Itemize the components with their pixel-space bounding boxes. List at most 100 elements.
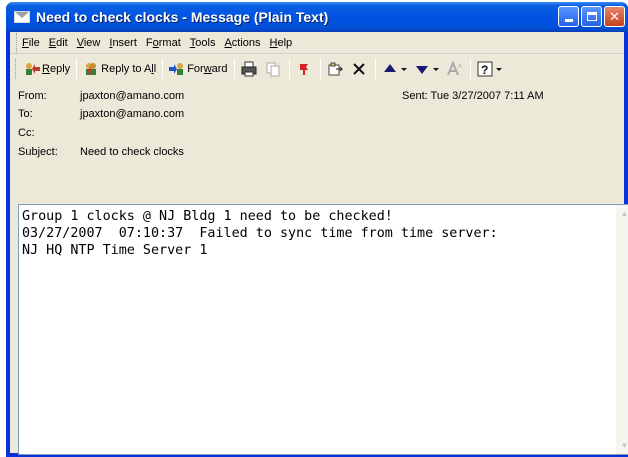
scroll-down-icon: ▼ [620, 441, 628, 450]
menu-help[interactable]: Help [270, 37, 293, 49]
to-row: To: jpaxton@amano.com [18, 108, 184, 122]
sent-row: Sent: Tue 3/27/2007 7:11 AM [402, 90, 544, 102]
previous-item-button[interactable] [379, 58, 411, 80]
menu-actions[interactable]: Actions [224, 37, 260, 49]
menu-view-label: iew [83, 36, 101, 49]
forward-label: ard [211, 62, 228, 75]
print-button[interactable] [238, 58, 262, 80]
menu-file[interactable]: File [22, 37, 40, 49]
title-bar[interactable]: Need to check clocks - Message (Plain Te… [6, 2, 628, 32]
window-title: Need to check clocks - Message (Plain Te… [36, 9, 329, 25]
scroll-down-button[interactable]: ▼ [617, 438, 628, 453]
up-arrow-icon [383, 63, 396, 72]
toolbar-separator [162, 58, 164, 79]
dropdown-caret-icon [495, 67, 502, 71]
message-header: From: jpaxton@amano.com Sent: Tue 3/27/2… [12, 86, 622, 202]
subject-row: Subject: Need to check clocks [18, 146, 184, 160]
font-size-button[interactable]: A [443, 58, 467, 80]
scroll-up-icon: ▲ [620, 209, 628, 218]
maximize-icon [586, 12, 597, 21]
from-value[interactable]: jpaxton@amano.com [80, 90, 184, 104]
vertical-scrollbar[interactable]: ▲ ▼ [616, 205, 628, 454]
forward-icon [169, 62, 184, 75]
forward-accel: w [203, 62, 212, 75]
printer-icon [241, 61, 257, 76]
to-value[interactable]: jpaxton@amano.com [80, 108, 184, 122]
cc-label: Cc: [18, 127, 35, 139]
reply-all-button[interactable]: Reply to All [80, 58, 159, 80]
reply-all-label: l [153, 62, 157, 75]
menu-file-accel: F [22, 36, 29, 49]
flag-icon [299, 63, 308, 75]
minimize-button[interactable] [558, 6, 579, 27]
toolbar-separator [288, 58, 290, 79]
sent-label: Sent: [402, 90, 428, 102]
reply-accel: R [42, 62, 50, 75]
reply-all-icon [86, 62, 97, 75]
body-line: 03/27/2007 07:10:37 Failed to sync time … [22, 226, 498, 241]
maximize-button[interactable] [581, 6, 602, 27]
menu-insert[interactable]: Insert [109, 37, 137, 49]
menu-edit[interactable]: Edit [49, 37, 68, 49]
forward-pre: For [187, 62, 204, 75]
font-size-icon: A [446, 60, 462, 75]
reply-button[interactable]: Reply [21, 58, 73, 80]
forward-button[interactable]: For w ard [166, 58, 230, 80]
subject-label: Subject: [18, 146, 58, 158]
menu-format[interactable]: Format [146, 37, 181, 49]
dropdown-caret-icon [432, 67, 439, 71]
menu-actions-accel: A [224, 36, 232, 49]
delete-button[interactable] [348, 58, 372, 80]
menu-view-accel: V [76, 36, 84, 49]
menu-actions-label: ctions [231, 36, 261, 49]
menu-tools[interactable]: Tools [190, 37, 216, 49]
menu-help-accel: H [269, 36, 278, 49]
menu-insert-label: nsert [112, 36, 137, 49]
to-label: To: [18, 108, 33, 120]
svg-text:A: A [458, 64, 462, 70]
reply-all-pre: Reply to A [101, 62, 152, 75]
message-body[interactable]: Group 1 clocks @ NJ Bldg 1 need to be ch… [18, 204, 628, 455]
help-icon: ? [477, 61, 493, 77]
menu-view[interactable]: View [77, 37, 101, 49]
envelope-icon [14, 11, 30, 23]
move-to-folder-button[interactable] [324, 58, 348, 80]
move-to-folder-icon [328, 62, 343, 75]
menu-grip[interactable] [16, 32, 19, 53]
menu-edit-label: dit [56, 36, 68, 49]
copy-icon [266, 62, 280, 76]
flag-button[interactable] [293, 58, 317, 80]
delete-icon [352, 62, 365, 75]
toolbar-separator [374, 58, 376, 79]
menu-file-label: ile [28, 36, 40, 49]
toolbar-grip[interactable] [15, 58, 18, 79]
toolbar-separator [233, 58, 235, 79]
toolbar-separator [76, 58, 78, 79]
scroll-up-button[interactable]: ▲ [617, 206, 628, 221]
from-row: From: jpaxton@amano.com [18, 90, 184, 104]
reply-label: eply [49, 62, 71, 75]
down-arrow-icon [415, 65, 428, 74]
copy-button[interactable] [262, 58, 286, 80]
message-window: Need to check clocks - Message (Plain Te… [6, 2, 628, 457]
standard-toolbar: Reply Reply to All For w ard A ? [12, 55, 622, 82]
menu-bar: File Edit View Insert Format Tools Actio… [10, 32, 624, 54]
close-button[interactable]: ✕ [604, 6, 625, 27]
body-line: Group 1 clocks @ NJ Bldg 1 need to be ch… [22, 209, 393, 224]
close-icon: ✕ [609, 8, 620, 24]
dropdown-caret-icon [400, 67, 407, 71]
next-item-button[interactable] [411, 58, 443, 80]
sent-value: Tue 3/27/2007 7:11 AM [430, 90, 544, 102]
subject-value: Need to check clocks [80, 146, 184, 158]
menu-edit-accel: E [48, 36, 57, 49]
help-button[interactable]: ? [474, 58, 506, 80]
menu-format-label: rmat [158, 36, 181, 49]
window-controls: ✕ [558, 6, 625, 27]
from-label: From: [18, 90, 47, 102]
reply-icon [26, 62, 40, 75]
menu-help-label: elp [277, 36, 293, 49]
body-line: NJ HQ NTP Time Server 1 [22, 243, 208, 258]
toolbar-separator [319, 58, 321, 79]
minimize-icon [564, 19, 573, 22]
message-body-text: Group 1 clocks @ NJ Bldg 1 need to be ch… [22, 208, 498, 259]
